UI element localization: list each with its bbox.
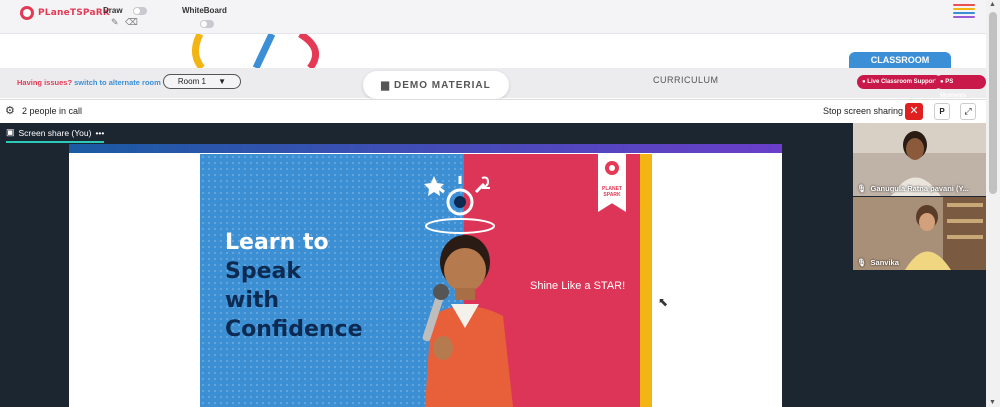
whiteboard-label: WhiteBoard <box>182 6 227 15</box>
slide-tagline: Shine Like a STAR! <box>530 280 626 292</box>
draw-icons: ✎ ⌫ <box>103 17 147 28</box>
eraser-icon[interactable]: ⌫ <box>125 17 138 27</box>
more-options-icon[interactable]: ••• <box>95 128 104 138</box>
page-scrollbar[interactable]: ▲ ▼ <box>986 0 1000 407</box>
scroll-thumb[interactable] <box>989 12 997 194</box>
child-with-microphone-image <box>422 235 513 407</box>
expand-icon[interactable]: ⤢ <box>960 103 976 120</box>
headline-line-3: with <box>225 288 280 313</box>
mouse-cursor-icon: ⬉ <box>658 295 669 309</box>
idea-burst-icon <box>424 176 495 234</box>
call-toolbar: ⚙ 2 people in call Stop screen sharing ✕… <box>0 99 986 123</box>
stop-sharing-button[interactable]: ✕ <box>905 103 923 120</box>
demo-material-label: DEMO MATERIAL <box>394 79 491 91</box>
top-bar: PLaneTSPaRK Draw ✎ ⌫ WhiteBoard <box>0 0 986 34</box>
scroll-up-arrow-icon[interactable]: ▲ <box>989 1 996 8</box>
participant-tile[interactable]: 🎙 Sanvika <box>853 197 986 270</box>
classroom-page: PLaneTSPaRK Draw ✎ ⌫ WhiteBoard CLASSROO… <box>0 0 1000 407</box>
participant-name: Sanvika <box>870 258 899 267</box>
headline-line-1: Learn to <box>225 230 329 255</box>
live-support-label: Live Classroom Support <box>867 79 937 85</box>
screen-share-panel: ▣ Screen share (You) ••• Learn to Speak … <box>0 123 852 407</box>
demo-material-button[interactable]: ▆ DEMO MATERIAL <box>363 71 509 99</box>
logo-text: PLaneTSPaRK <box>38 8 111 18</box>
menu-line <box>953 16 975 18</box>
shared-browser-bar <box>69 144 782 153</box>
issue-prefix: Having issues? <box>17 78 73 87</box>
headline-line-4: Confidence <box>225 317 363 342</box>
draw-toggle[interactable] <box>132 6 147 15</box>
participants-panel: 🎙 Ganugula Ratna pavani (Y... 🎙 Sanvika <box>852 123 986 407</box>
menu-line <box>953 4 975 6</box>
room-bar: Having issues? switch to alternate room … <box>0 68 986 99</box>
headline-line-2: Speak <box>225 259 301 284</box>
participant-name-tag: 🎙 Sanvika <box>857 258 899 267</box>
badge-logo-icon <box>605 161 619 175</box>
shared-screen: Learn to Speak with Confidence Shine Lik… <box>69 144 782 407</box>
logo-mark-icon <box>20 6 34 20</box>
slide-yellow-stripe <box>640 154 652 407</box>
mic-icon[interactable]: 🎙 <box>857 184 867 193</box>
support-icon: ● <box>862 79 866 85</box>
p-button[interactable]: P <box>934 103 950 120</box>
participant-name-tag: 🎙 Ganugula Ratna pavani (Y... <box>857 184 969 193</box>
people-count: 2 people in call <box>22 106 83 116</box>
badge-text: PLANET SPARK <box>602 186 622 198</box>
menu-line <box>953 12 975 14</box>
whiteboard-toggle[interactable] <box>200 19 214 28</box>
participant-name: Ganugula Ratna pavani (Y... <box>870 184 969 193</box>
slide-headline: Learn to Speak with Confidence <box>225 228 363 344</box>
folder-icon: ▆ <box>381 79 390 91</box>
screen-share-label: Screen share (You) <box>18 127 92 138</box>
ps-moments-button[interactable]: ● PS Moments <box>935 75 986 99</box>
presentation-slide: Learn to Speak with Confidence Shine Lik… <box>200 154 652 407</box>
classroom-tab[interactable]: CLASSROOM <box>849 52 951 68</box>
screen-icon: ▣ <box>6 127 15 137</box>
room-value: Room 1 <box>177 77 206 86</box>
switch-room-link[interactable]: switch to alternate room <box>74 78 161 87</box>
draw-tool: Draw ✎ ⌫ <box>103 6 147 28</box>
planetspark-logo: PLaneTSPaRK <box>20 6 110 20</box>
room-select[interactable]: Room 1 ▼ <box>163 74 241 89</box>
ps-moments-label: PS Moments <box>940 79 967 99</box>
participant-tile[interactable]: 🎙 Ganugula Ratna pavani (Y... <box>853 123 986 196</box>
screen-share-header: ▣ Screen share (You) ••• <box>6 127 104 138</box>
decorative-arcs <box>192 34 320 68</box>
issue-message: Having issues? switch to alternate room <box>17 78 161 87</box>
active-tab-underline <box>6 141 104 143</box>
scroll-down-arrow-icon[interactable]: ▼ <box>989 399 996 406</box>
stop-sharing-label: Stop screen sharing <box>823 106 904 116</box>
gear-icon[interactable]: ⚙ <box>5 104 15 117</box>
moments-icon: ● <box>940 79 944 85</box>
whiteboard-tool: WhiteBoard <box>182 6 227 28</box>
caret-down-icon: ▼ <box>218 77 227 86</box>
live-support-button[interactable]: ● Live Classroom Support <box>857 75 942 89</box>
pencil-icon[interactable]: ✎ <box>111 17 119 27</box>
draw-label: Draw <box>103 6 123 15</box>
menu-line <box>953 8 975 10</box>
mic-icon[interactable]: 🎙 <box>857 258 867 267</box>
menu-icon[interactable] <box>953 4 975 18</box>
curriculum-tab[interactable]: CURRICULUM <box>653 75 719 85</box>
